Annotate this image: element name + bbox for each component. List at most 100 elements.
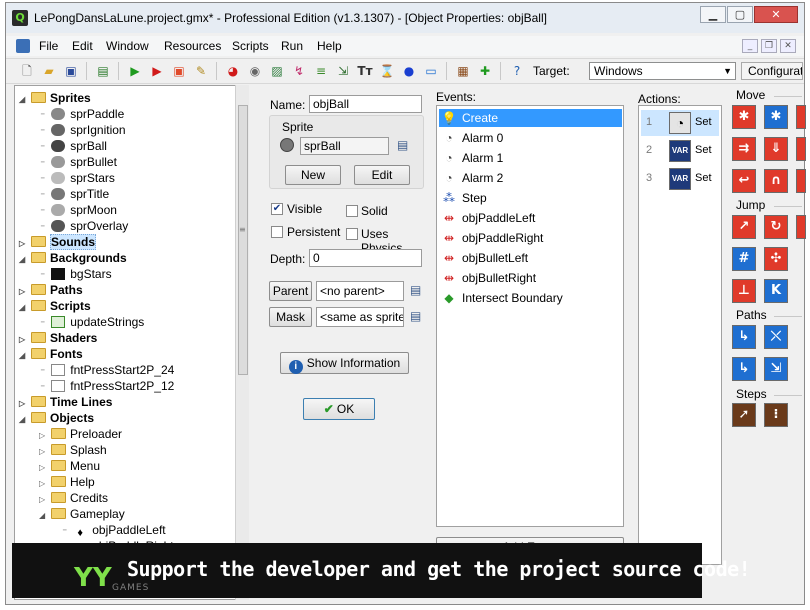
extension-icon[interactable]: ✚ bbox=[476, 62, 494, 80]
move-fixed-icon[interactable]: ✱ bbox=[732, 105, 756, 129]
menu-scripts[interactable]: Scripts bbox=[232, 39, 269, 53]
path-icon[interactable]: ↯ bbox=[290, 62, 308, 80]
minimize-button[interactable]: ▁ bbox=[700, 6, 726, 23]
jump-start-icon[interactable]: ↻ bbox=[764, 215, 788, 239]
tree-item[interactable]: ╴ sprStars bbox=[41, 170, 115, 186]
tree-item[interactable]: ▷ Time Lines bbox=[19, 394, 112, 410]
browse-mask-icon[interactable]: ▤ bbox=[410, 309, 421, 323]
event-item[interactable]: ⇹ objBulletRight bbox=[439, 269, 622, 287]
help-icon[interactable]: ? bbox=[508, 62, 526, 80]
menu-file[interactable]: File bbox=[39, 39, 58, 53]
debug-icon[interactable]: ▶ bbox=[148, 62, 166, 80]
tree-item[interactable]: ╴ ♦ objPaddleLeft bbox=[63, 522, 166, 539]
set-path-icon[interactable]: ↳ bbox=[732, 325, 756, 349]
room-icon[interactable]: ▭ bbox=[422, 62, 440, 80]
menu-edit[interactable]: Edit bbox=[72, 39, 93, 53]
library-button-partial[interactable] bbox=[796, 215, 806, 239]
uses-physics-checkbox[interactable] bbox=[346, 228, 358, 240]
expand-icon[interactable]: ▷ bbox=[39, 480, 47, 488]
expand-icon[interactable]: ▷ bbox=[39, 432, 47, 440]
ok-button[interactable]: ✔ OK bbox=[303, 398, 375, 420]
move-free-icon[interactable]: ✱ bbox=[764, 105, 788, 129]
tree-item[interactable]: ◢ Objects bbox=[19, 410, 94, 426]
reverse-horizontal-icon[interactable]: ↩ bbox=[732, 169, 756, 193]
mdi-close-button[interactable]: ✕ bbox=[780, 39, 796, 53]
tree-item[interactable]: ◢ Sprites bbox=[19, 90, 91, 106]
tree-item[interactable]: ╴ sprBullet bbox=[41, 154, 117, 170]
wrap-screen-icon[interactable]: ✣ bbox=[764, 247, 788, 271]
stop-icon[interactable]: ▣ bbox=[170, 62, 188, 80]
library-button-partial[interactable] bbox=[796, 137, 806, 161]
tree-item[interactable]: ▷ Paths bbox=[19, 282, 83, 298]
maximize-button[interactable]: ▢ bbox=[727, 6, 753, 23]
event-item[interactable]: ⇹ objPaddleLeft bbox=[439, 209, 622, 227]
snap-grid-icon[interactable]: # bbox=[732, 247, 756, 271]
solid-checkbox[interactable] bbox=[346, 205, 358, 217]
export-icon[interactable]: ▤ bbox=[94, 62, 112, 80]
close-button[interactable]: ✕ bbox=[754, 6, 798, 23]
run-icon[interactable]: ▶ bbox=[126, 62, 144, 80]
name-input[interactable]: objBall bbox=[309, 95, 422, 113]
event-item[interactable]: ⁂ Step bbox=[439, 189, 622, 207]
menu-help[interactable]: Help bbox=[317, 39, 342, 53]
menu-run[interactable]: Run bbox=[281, 39, 303, 53]
event-item[interactable]: ⇹ objPaddleRight bbox=[439, 229, 622, 247]
speed-vertical-icon[interactable]: ⇓ bbox=[764, 137, 788, 161]
library-button-partial[interactable] bbox=[796, 169, 806, 193]
event-item[interactable]: ◔ Alarm 1 bbox=[439, 149, 622, 167]
jump-position-icon[interactable]: ↗ bbox=[732, 215, 756, 239]
path-position-icon[interactable]: ↳ bbox=[732, 357, 756, 381]
collapse-icon[interactable]: ◢ bbox=[19, 96, 27, 104]
tree-item[interactable]: ╴ fntPressStart2P_12 bbox=[41, 378, 174, 394]
tree-item[interactable]: ╴ sprMoon bbox=[41, 202, 117, 218]
mask-button[interactable]: Mask bbox=[269, 307, 312, 327]
target-select[interactable]: Windows ▼ bbox=[589, 62, 736, 80]
show-information-button[interactable]: i Show Information bbox=[280, 352, 409, 374]
move-contact-icon[interactable]: ⊥ bbox=[732, 279, 756, 303]
action-item[interactable]: 3 VAR Set bbox=[641, 166, 719, 192]
collapse-icon[interactable]: ◢ bbox=[19, 304, 27, 312]
new-sprite-button[interactable]: New bbox=[285, 165, 341, 185]
edit-sprite-button[interactable]: Edit bbox=[354, 165, 410, 185]
tree-item[interactable]: ╴ sprPaddle bbox=[41, 106, 124, 122]
tree-item[interactable]: ▷ Credits bbox=[39, 490, 108, 506]
mask-field[interactable]: <same as sprite> bbox=[316, 307, 404, 327]
tree-item[interactable]: ╴ updateStrings bbox=[41, 314, 144, 330]
browse-parent-icon[interactable]: ▤ bbox=[410, 283, 421, 297]
parent-field[interactable]: <no parent> bbox=[316, 281, 404, 301]
tree-item[interactable]: ▷ Sounds bbox=[19, 234, 96, 250]
mdi-restore-button[interactable]: ❐ bbox=[761, 39, 777, 53]
step-towards-icon[interactable]: ➚ bbox=[732, 403, 756, 427]
event-item[interactable]: ◆ Intersect Boundary bbox=[439, 289, 622, 307]
save-icon[interactable]: ▣ bbox=[62, 62, 80, 80]
object-icon[interactable]: ● bbox=[400, 62, 418, 80]
configuration-select[interactable]: Configurati bbox=[741, 62, 803, 80]
collapse-icon[interactable]: ◢ bbox=[19, 416, 27, 424]
tree-item[interactable]: ▷ Shaders bbox=[19, 330, 97, 346]
tree-item[interactable]: ▷ Splash bbox=[39, 442, 107, 458]
step-avoid-icon[interactable]: ⁝ bbox=[764, 403, 788, 427]
tree-item[interactable]: ◢ Fonts bbox=[19, 346, 83, 362]
script-icon[interactable]: ≡ bbox=[312, 62, 330, 80]
mdi-window-icon[interactable] bbox=[16, 39, 30, 53]
menu-resources[interactable]: Resources bbox=[164, 39, 221, 53]
expand-icon[interactable]: ▷ bbox=[39, 496, 47, 504]
tree-item[interactable]: ◢ Scripts bbox=[19, 298, 91, 314]
expand-icon[interactable]: ▷ bbox=[39, 464, 47, 472]
visible-checkbox[interactable]: ✔ bbox=[271, 203, 283, 215]
tree-item[interactable]: ╴ sprIgnition bbox=[41, 122, 126, 138]
action-item[interactable]: 2 VAR Set bbox=[641, 138, 719, 164]
expand-icon[interactable]: ▷ bbox=[19, 240, 27, 248]
expand-icon[interactable]: ▷ bbox=[19, 288, 27, 296]
tree-item[interactable]: ▷ Menu bbox=[39, 458, 100, 474]
event-item[interactable]: ⇹ objBulletLeft bbox=[439, 249, 622, 267]
tree-scrollbar[interactable]: ≡ bbox=[235, 85, 249, 600]
move-towards-icon[interactable]: ⇉ bbox=[732, 137, 756, 161]
tree-item[interactable]: ╴ fntPressStart2P_24 bbox=[41, 362, 174, 378]
tree-item[interactable]: ◢ Gameplay bbox=[39, 506, 125, 522]
event-item[interactable]: 💡 Create bbox=[439, 109, 622, 127]
path-speed-icon[interactable]: ⇲ bbox=[764, 357, 788, 381]
persistent-checkbox[interactable] bbox=[271, 226, 283, 238]
collapse-icon[interactable]: ◢ bbox=[19, 352, 27, 360]
menu-window[interactable]: Window bbox=[106, 39, 149, 53]
